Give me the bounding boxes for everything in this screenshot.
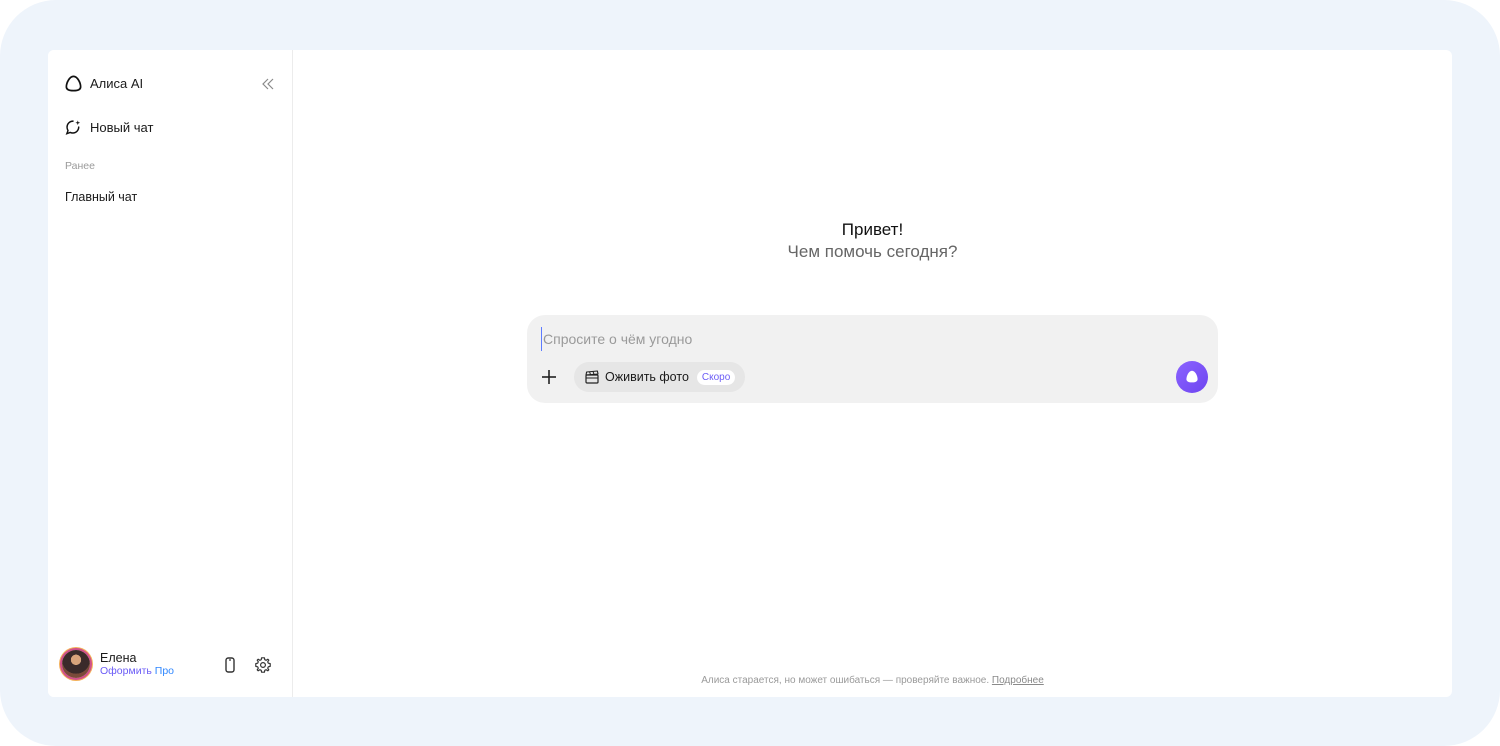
new-chat-label: Новый чат — [90, 120, 154, 135]
upgrade-pro-prefix: Оформить — [100, 664, 155, 677]
animate-photo-chip[interactable]: Оживить фото Скоро — [574, 362, 746, 392]
greeting-subtitle: Чем помочь сегодня? — [787, 242, 958, 261]
disclaimer-text: Алиса старается, но может ошибаться — пр… — [701, 675, 990, 686]
user-profile[interactable]: Елена Оформить Про — [62, 650, 174, 678]
avatar[interactable] — [62, 650, 90, 678]
soon-badge: Скоро — [696, 369, 736, 385]
history-section-label: Ранее — [65, 160, 95, 172]
alice-logo-icon — [65, 75, 82, 92]
more-info-link[interactable]: Подробнее — [992, 675, 1044, 686]
app-window: Алиса AI Новый чат Ранее Главный чат Еле… — [48, 50, 1452, 697]
brand-name: Алиса AI — [90, 76, 144, 91]
upgrade-pro-link[interactable]: Оформить Про — [100, 665, 174, 678]
sidebar: Алиса AI Новый чат Ранее Главный чат Еле… — [48, 50, 293, 697]
new-chat-button[interactable]: Новый чат — [64, 118, 153, 137]
user-name: Елена — [100, 650, 137, 665]
alice-send-icon — [1186, 370, 1198, 383]
main-area: Привет! Чем помочь сегодня? О — [293, 50, 1452, 697]
plus-icon[interactable] — [539, 367, 559, 387]
phone-icon[interactable] — [221, 656, 239, 674]
disclaimer-footer: Алиса старается, но может ошибаться — пр… — [293, 675, 1452, 686]
app-frame: Алиса AI Новый чат Ранее Главный чат Еле… — [0, 0, 1500, 746]
chip-label: Оживить фото — [605, 370, 689, 384]
greeting-title: Привет! — [841, 220, 904, 239]
brand[interactable]: Алиса AI — [64, 74, 143, 93]
upgrade-pro-suffix: Про — [154, 664, 175, 677]
chat-list-item[interactable]: Главный чат — [65, 190, 137, 204]
settings-gear-icon[interactable] — [254, 656, 272, 674]
message-input[interactable] — [541, 327, 1145, 351]
message-composer: Оживить фото Скоро — [527, 315, 1218, 403]
alice-send-button[interactable] — [1176, 361, 1208, 393]
new-chat-icon — [65, 120, 81, 135]
collapse-sidebar-icon[interactable] — [260, 76, 276, 92]
clapperboard-icon — [585, 370, 599, 384]
